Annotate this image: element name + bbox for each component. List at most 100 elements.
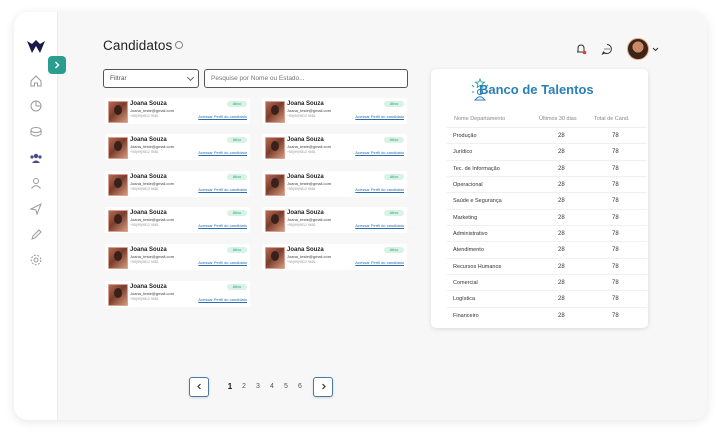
- candidate-email: Joana_teste@gmail.com: [287, 181, 332, 186]
- profile-link[interactable]: Acessar Perfil do candidato: [355, 150, 404, 155]
- last30-value: 28: [558, 296, 565, 302]
- department-name: Jurídico: [453, 149, 473, 155]
- page-6[interactable]: 6: [293, 383, 307, 390]
- profile-link[interactable]: Acessar Perfil do candidato: [198, 260, 247, 265]
- last30-value: 28: [558, 215, 565, 221]
- candidate-card[interactable]: Joana Souza Joana_teste@gmail.com +55(99)9…: [105, 171, 250, 197]
- profile-link[interactable]: Acessar Perfil do candidato: [355, 114, 404, 119]
- candidate-name: Joana Souza: [130, 247, 167, 253]
- candidate-email: Joana_teste@gmail.com: [130, 217, 175, 222]
- column-header-department: Nome Departamento: [454, 116, 506, 122]
- candidate-card[interactable]: Joana Souza Joana_teste@gmail.com +55(99)9…: [105, 134, 250, 160]
- candidate-photo: [108, 247, 128, 269]
- table-row: Comercial 28 78: [447, 274, 647, 291]
- info-icon[interactable]: [175, 41, 184, 49]
- status-badge: Ativo: [227, 284, 247, 290]
- department-name: Atendimento: [453, 247, 484, 253]
- profile-link[interactable]: Acessar Perfil do candidato: [355, 187, 404, 192]
- chevron-left-icon: [196, 383, 201, 390]
- candidate-name: Joana Souza: [130, 101, 167, 107]
- candidate-name: Joana Souza: [130, 174, 167, 180]
- candidate-email: Joana_teste@gmail.com: [287, 144, 332, 149]
- table-row: Recursos Humanos 28 78: [447, 258, 647, 275]
- page-1[interactable]: 1: [223, 382, 237, 391]
- status-badge: Ativo: [384, 210, 404, 216]
- filter-dropdown[interactable]: Filtrar: [103, 69, 199, 88]
- department-name: Financeiro: [453, 313, 479, 319]
- candidate-card[interactable]: Joana Souza Joana_teste@gmail.com +55(99)9…: [105, 281, 250, 307]
- department-name: Operacional: [453, 182, 483, 188]
- last30-value: 28: [558, 149, 565, 155]
- candidate-name: Joana Souza: [130, 210, 167, 216]
- total-value: 78: [612, 182, 619, 188]
- candidate-name: Joana Souza: [287, 247, 324, 253]
- candidate-phone: +55(99)9812 9681: [287, 114, 316, 118]
- last30-value: 28: [558, 133, 565, 139]
- candidate-card[interactable]: Joana Souza Joana_teste@gmail.com +55(99)9…: [262, 207, 407, 233]
- department-name: Produção: [453, 133, 477, 139]
- candidate-card[interactable]: Joana Souza Joana_teste@gmail.com +55(99)9…: [262, 98, 407, 124]
- candidate-card[interactable]: Joana Souza Joana_teste@gmail.com +55(99)9…: [105, 207, 250, 233]
- edit-icon[interactable]: [29, 228, 43, 242]
- last30-value: 28: [558, 247, 565, 253]
- table-row: Saúde e Segurança 28 78: [447, 192, 647, 209]
- page-2[interactable]: 2: [237, 383, 251, 390]
- table-row: Logística 28 78: [447, 290, 647, 307]
- department-name: Comercial: [453, 280, 478, 286]
- candidate-card[interactable]: Joana Souza Joana_teste@gmail.com +55(99)9…: [105, 244, 250, 270]
- bell-icon[interactable]: [575, 43, 587, 55]
- page-5[interactable]: 5: [279, 383, 293, 390]
- next-page-button[interactable]: [313, 376, 333, 397]
- user-icon[interactable]: [29, 176, 43, 190]
- department-name: Recursos Humanos: [453, 264, 502, 270]
- talent-bank-panel: Banco de Talentos Nome Departamento Últi…: [431, 69, 648, 328]
- status-badge: Ativo: [384, 137, 404, 143]
- people-icon[interactable]: [29, 151, 43, 165]
- table-row: Operacional 28 78: [447, 176, 647, 193]
- status-badge: Ativo: [227, 137, 247, 143]
- page-title-text: Candidatos: [103, 38, 173, 53]
- chart-icon[interactable]: [29, 99, 43, 113]
- expand-sidebar-button[interactable]: [48, 56, 66, 74]
- candidate-email: Joana_teste@gmail.com: [287, 217, 332, 222]
- last30-value: 28: [558, 166, 565, 172]
- profile-link[interactable]: Acessar Perfil do candidato: [355, 260, 404, 265]
- page-3[interactable]: 3: [251, 383, 265, 390]
- user-menu[interactable]: [627, 38, 659, 60]
- last30-value: 28: [558, 182, 565, 188]
- box-icon[interactable]: [29, 125, 43, 139]
- chevron-down-icon: [652, 47, 659, 51]
- status-badge: Ativo: [384, 174, 404, 180]
- home-icon[interactable]: [29, 74, 43, 88]
- status-badge: Ativo: [384, 101, 404, 107]
- profile-link[interactable]: Acessar Perfil do candidato: [198, 114, 247, 119]
- candidate-photo: [265, 247, 285, 269]
- page-4[interactable]: 4: [265, 383, 279, 390]
- total-value: 78: [612, 247, 619, 253]
- department-name: Saúde e Segurança: [453, 198, 502, 204]
- prev-page-button[interactable]: [189, 376, 209, 397]
- send-icon[interactable]: [29, 202, 43, 216]
- candidate-phone: +55(99)9812 9681: [287, 150, 316, 154]
- total-value: 78: [612, 280, 619, 286]
- candidate-phone: +55(99)9812 9681: [130, 223, 159, 227]
- table-row: Tec. de Informação 28 78: [447, 160, 647, 177]
- candidate-card[interactable]: Joana Souza Joana_teste@gmail.com +55(99)9…: [262, 134, 407, 160]
- department-name: Tec. de Informação: [453, 166, 500, 172]
- candidate-phone: +55(99)9812 9681: [130, 260, 159, 264]
- chat-icon[interactable]: [601, 43, 613, 55]
- profile-link[interactable]: Acessar Perfil do candidato: [355, 223, 404, 228]
- profile-link[interactable]: Acessar Perfil do candidato: [198, 187, 247, 192]
- last30-value: 28: [558, 313, 565, 319]
- profile-link[interactable]: Acessar Perfil do candidato: [198, 150, 247, 155]
- profile-link[interactable]: Acessar Perfil do candidato: [198, 223, 247, 228]
- search-input[interactable]: [204, 69, 408, 88]
- page-title: Candidatos: [103, 38, 184, 53]
- settings-icon[interactable]: [29, 253, 43, 267]
- candidate-card[interactable]: Joana Souza Joana_teste@gmail.com +55(99)9…: [262, 171, 407, 197]
- candidate-email: Joana_teste@gmail.com: [130, 181, 175, 186]
- candidate-phone: +55(99)9812 9681: [130, 150, 159, 154]
- candidate-card[interactable]: Joana Souza Joana_teste@gmail.com +55(99)9…: [105, 98, 250, 124]
- candidate-card[interactable]: Joana Souza Joana_teste@gmail.com +55(99)9…: [262, 244, 407, 270]
- profile-link[interactable]: Acessar Perfil do candidato: [198, 297, 247, 302]
